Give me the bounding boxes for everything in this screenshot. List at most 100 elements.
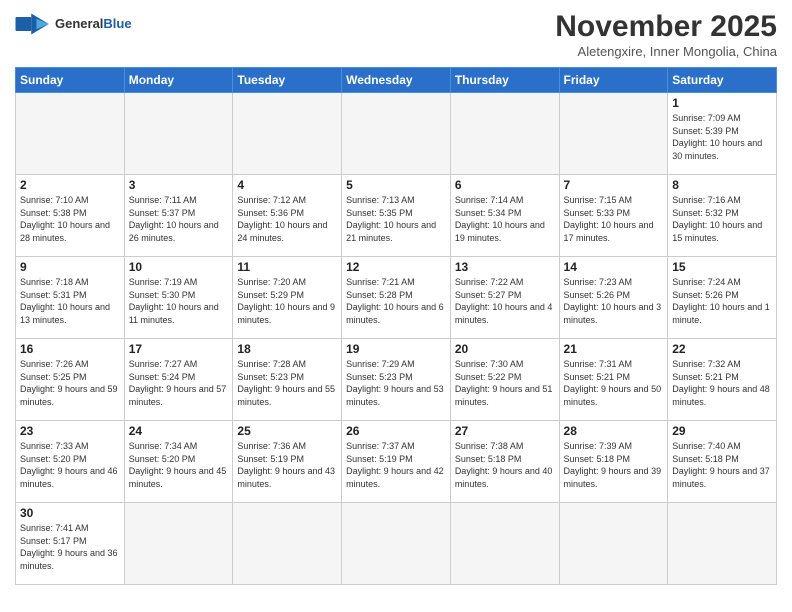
header: GeneralBlue November 2025 Aletengxire, I… xyxy=(15,10,777,59)
day-number: 15 xyxy=(672,260,772,274)
col-thursday: Thursday xyxy=(450,68,559,93)
logo: GeneralBlue xyxy=(15,10,132,38)
day-cell xyxy=(342,503,451,585)
logo-text: GeneralBlue xyxy=(55,17,132,31)
col-monday: Monday xyxy=(124,68,233,93)
day-cell xyxy=(233,503,342,585)
day-cell: 28 Sunrise: 7:39 AM Sunset: 5:18 PM Dayli… xyxy=(559,421,668,503)
day-number: 9 xyxy=(20,260,120,274)
day-info: Sunrise: 7:30 AM Sunset: 5:22 PM Dayligh… xyxy=(455,358,555,408)
day-cell xyxy=(233,93,342,175)
week-row-1: 2 Sunrise: 7:10 AM Sunset: 5:38 PM Daylig… xyxy=(16,175,777,257)
calendar: Sunday Monday Tuesday Wednesday Thursday… xyxy=(15,67,777,585)
day-cell: 21 Sunrise: 7:31 AM Sunset: 5:21 PM Dayli… xyxy=(559,339,668,421)
day-info: Sunrise: 7:12 AM Sunset: 5:36 PM Dayligh… xyxy=(237,194,337,244)
day-cell xyxy=(559,503,668,585)
day-number: 12 xyxy=(346,260,446,274)
day-info: Sunrise: 7:22 AM Sunset: 5:27 PM Dayligh… xyxy=(455,276,555,326)
day-cell xyxy=(450,93,559,175)
day-info: Sunrise: 7:24 AM Sunset: 5:26 PM Dayligh… xyxy=(672,276,772,326)
day-number: 3 xyxy=(129,178,229,192)
day-info: Sunrise: 7:38 AM Sunset: 5:18 PM Dayligh… xyxy=(455,440,555,490)
day-number: 5 xyxy=(346,178,446,192)
day-info: Sunrise: 7:10 AM Sunset: 5:38 PM Dayligh… xyxy=(20,194,120,244)
day-cell: 3 Sunrise: 7:11 AM Sunset: 5:37 PM Daylig… xyxy=(124,175,233,257)
day-info: Sunrise: 7:13 AM Sunset: 5:35 PM Dayligh… xyxy=(346,194,446,244)
day-info: Sunrise: 7:36 AM Sunset: 5:19 PM Dayligh… xyxy=(237,440,337,490)
day-cell: 5 Sunrise: 7:13 AM Sunset: 5:35 PM Daylig… xyxy=(342,175,451,257)
day-cell: 30Sunrise: 7:41 AM Sunset: 5:17 PM Dayli… xyxy=(16,503,125,585)
day-number: 7 xyxy=(564,178,664,192)
day-cell: 29 Sunrise: 7:40 AM Sunset: 5:18 PM Dayli… xyxy=(668,421,777,503)
day-number: 16 xyxy=(20,342,120,356)
day-info: Sunrise: 7:32 AM Sunset: 5:21 PM Dayligh… xyxy=(672,358,772,408)
day-cell xyxy=(16,93,125,175)
day-info: Sunrise: 7:31 AM Sunset: 5:21 PM Dayligh… xyxy=(564,358,664,408)
day-cell: 7 Sunrise: 7:15 AM Sunset: 5:33 PM Daylig… xyxy=(559,175,668,257)
day-cell: 6Sunrise: 7:14 AM Sunset: 5:34 PM Daylig… xyxy=(450,175,559,257)
day-info: Sunrise: 7:21 AM Sunset: 5:28 PM Dayligh… xyxy=(346,276,446,326)
day-info: Sunrise: 7:27 AM Sunset: 5:24 PM Dayligh… xyxy=(129,358,229,408)
day-number: 14 xyxy=(564,260,664,274)
day-info: Sunrise: 7:29 AM Sunset: 5:23 PM Dayligh… xyxy=(346,358,446,408)
day-cell: 26 Sunrise: 7:37 AM Sunset: 5:19 PM Dayli… xyxy=(342,421,451,503)
day-cell: 25Sunrise: 7:36 AM Sunset: 5:19 PM Dayli… xyxy=(233,421,342,503)
week-row-4: 23Sunrise: 7:33 AM Sunset: 5:20 PM Dayli… xyxy=(16,421,777,503)
logo-icon xyxy=(15,10,51,38)
day-cell: 8Sunrise: 7:16 AM Sunset: 5:32 PM Daylig… xyxy=(668,175,777,257)
col-wednesday: Wednesday xyxy=(342,68,451,93)
day-cell: 22Sunrise: 7:32 AM Sunset: 5:21 PM Dayli… xyxy=(668,339,777,421)
day-number: 29 xyxy=(672,424,772,438)
day-number: 21 xyxy=(564,342,664,356)
day-number: 18 xyxy=(237,342,337,356)
week-row-3: 16Sunrise: 7:26 AM Sunset: 5:25 PM Dayli… xyxy=(16,339,777,421)
day-info: Sunrise: 7:34 AM Sunset: 5:20 PM Dayligh… xyxy=(129,440,229,490)
day-cell xyxy=(559,93,668,175)
day-info: Sunrise: 7:11 AM Sunset: 5:37 PM Dayligh… xyxy=(129,194,229,244)
day-cell: 10Sunrise: 7:19 AM Sunset: 5:30 PM Dayli… xyxy=(124,257,233,339)
day-info: Sunrise: 7:15 AM Sunset: 5:33 PM Dayligh… xyxy=(564,194,664,244)
col-sunday: Sunday xyxy=(16,68,125,93)
day-number: 28 xyxy=(564,424,664,438)
day-cell: 20 Sunrise: 7:30 AM Sunset: 5:22 PM Dayli… xyxy=(450,339,559,421)
day-info: Sunrise: 7:41 AM Sunset: 5:17 PM Dayligh… xyxy=(20,522,120,572)
day-cell: 16Sunrise: 7:26 AM Sunset: 5:25 PM Dayli… xyxy=(16,339,125,421)
day-number: 1 xyxy=(672,96,772,110)
day-cell: 4 Sunrise: 7:12 AM Sunset: 5:36 PM Daylig… xyxy=(233,175,342,257)
day-number: 20 xyxy=(455,342,555,356)
day-cell: 9 Sunrise: 7:18 AM Sunset: 5:31 PM Daylig… xyxy=(16,257,125,339)
day-cell: 19Sunrise: 7:29 AM Sunset: 5:23 PM Dayli… xyxy=(342,339,451,421)
week-row-0: 1Sunrise: 7:09 AM Sunset: 5:39 PM Daylig… xyxy=(16,93,777,175)
day-cell: 18Sunrise: 7:28 AM Sunset: 5:23 PM Dayli… xyxy=(233,339,342,421)
day-number: 27 xyxy=(455,424,555,438)
day-number: 11 xyxy=(237,260,337,274)
day-info: Sunrise: 7:20 AM Sunset: 5:29 PM Dayligh… xyxy=(237,276,337,326)
day-cell: 12 Sunrise: 7:21 AM Sunset: 5:28 PM Dayli… xyxy=(342,257,451,339)
day-cell: 2 Sunrise: 7:10 AM Sunset: 5:38 PM Daylig… xyxy=(16,175,125,257)
day-cell xyxy=(124,93,233,175)
day-cell: 13Sunrise: 7:22 AM Sunset: 5:27 PM Dayli… xyxy=(450,257,559,339)
col-saturday: Saturday xyxy=(668,68,777,93)
header-row: Sunday Monday Tuesday Wednesday Thursday… xyxy=(16,68,777,93)
day-number: 6 xyxy=(455,178,555,192)
month-title: November 2025 xyxy=(555,10,777,44)
page: GeneralBlue November 2025 Aletengxire, I… xyxy=(0,0,792,612)
col-tuesday: Tuesday xyxy=(233,68,342,93)
day-info: Sunrise: 7:39 AM Sunset: 5:18 PM Dayligh… xyxy=(564,440,664,490)
day-cell xyxy=(668,503,777,585)
day-cell: 24 Sunrise: 7:34 AM Sunset: 5:20 PM Dayli… xyxy=(124,421,233,503)
day-info: Sunrise: 7:40 AM Sunset: 5:18 PM Dayligh… xyxy=(672,440,772,490)
day-cell xyxy=(124,503,233,585)
day-cell: 17Sunrise: 7:27 AM Sunset: 5:24 PM Dayli… xyxy=(124,339,233,421)
day-number: 4 xyxy=(237,178,337,192)
week-row-5: 30Sunrise: 7:41 AM Sunset: 5:17 PM Dayli… xyxy=(16,503,777,585)
day-number: 26 xyxy=(346,424,446,438)
day-info: Sunrise: 7:37 AM Sunset: 5:19 PM Dayligh… xyxy=(346,440,446,490)
day-info: Sunrise: 7:18 AM Sunset: 5:31 PM Dayligh… xyxy=(20,276,120,326)
day-info: Sunrise: 7:23 AM Sunset: 5:26 PM Dayligh… xyxy=(564,276,664,326)
day-number: 2 xyxy=(20,178,120,192)
title-block: November 2025 Aletengxire, Inner Mongoli… xyxy=(555,10,777,59)
day-number: 23 xyxy=(20,424,120,438)
day-number: 8 xyxy=(672,178,772,192)
day-number: 24 xyxy=(129,424,229,438)
